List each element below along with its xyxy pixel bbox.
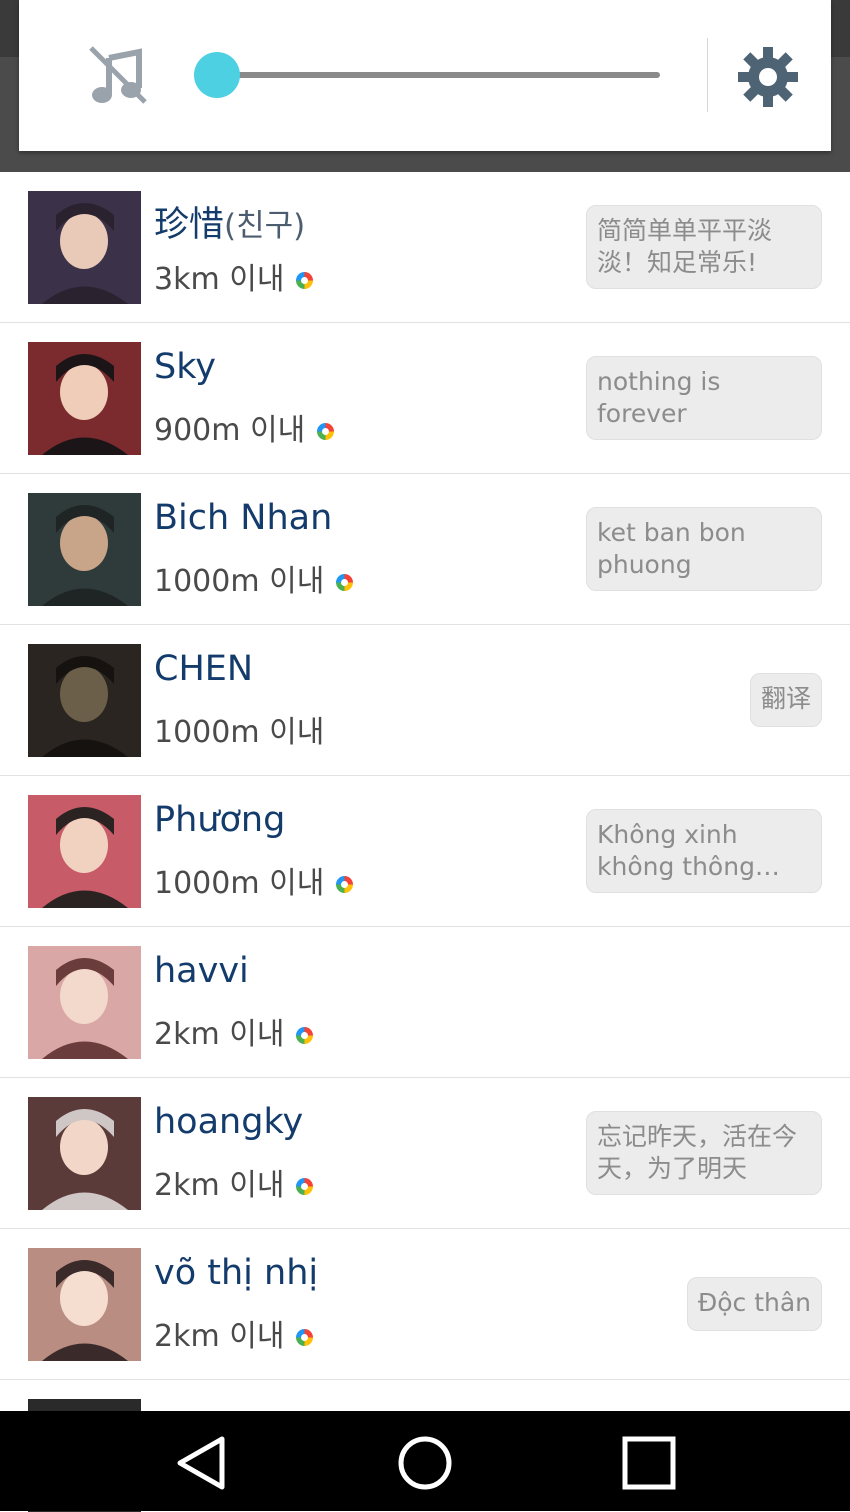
- status-message-bubble: 翻译: [749, 673, 822, 727]
- list-item[interactable]: 珍惜(친구) 3km 이내 简简单单平平淡淡！知足常乐!: [0, 172, 850, 323]
- status-message-bubble: Không xinh không thông…: [586, 809, 822, 893]
- avatar[interactable]: [28, 1248, 141, 1361]
- distance-text: 900m 이내: [154, 413, 306, 448]
- back-triangle-icon[interactable]: [172, 1433, 232, 1493]
- user-name-text: hoangky: [154, 1102, 304, 1142]
- volume-slider-thumb[interactable]: [194, 52, 240, 98]
- user-name: Phương: [154, 800, 285, 840]
- user-name: CHEN: [154, 649, 253, 689]
- user-name-text: Bich Nhan: [154, 498, 333, 538]
- distance-text: 2km 이내: [154, 1168, 285, 1203]
- list-item[interactable]: hoangky 2km 이내 忘记昨天，活在今天，为了明天: [0, 1078, 850, 1229]
- user-name-text: 珍惜: [154, 205, 225, 245]
- user-name-text: CHEN: [154, 649, 254, 689]
- gear-icon[interactable]: [735, 44, 801, 110]
- status-message-bubble: 忘记昨天，活在今天，为了明天: [586, 1111, 822, 1195]
- user-name: Bich Nhan: [154, 498, 332, 538]
- online-status-icon: [296, 271, 314, 289]
- distance-label: 1000m 이내: [154, 858, 354, 902]
- distance-label: 3km 이내: [154, 254, 314, 298]
- list-item[interactable]: Sky 900m 이내 nothing is forever: [0, 323, 850, 474]
- avatar[interactable]: [28, 795, 141, 908]
- online-status-icon: [336, 875, 354, 893]
- online-status-icon: [336, 573, 354, 591]
- avatar[interactable]: [28, 946, 141, 1059]
- avatar[interactable]: [28, 644, 141, 757]
- list-item[interactable]: CHEN 1000m 이내 翻译: [0, 625, 850, 776]
- status-message-bubble: Độc thân: [686, 1277, 822, 1331]
- music-off-icon[interactable]: [85, 44, 151, 108]
- list-item[interactable]: Bich Nhan 1000m 이내 ket ban bon phuong: [0, 474, 850, 625]
- user-name-text: Phương: [154, 800, 286, 840]
- popup-divider: [707, 38, 708, 112]
- online-status-icon: [296, 1328, 314, 1346]
- user-name-text: Sky: [154, 347, 216, 387]
- distance-text: 2km 이내: [154, 1017, 285, 1052]
- friend-tag: (친구): [224, 208, 306, 244]
- user-name: 珍惜(친구): [154, 196, 305, 247]
- status-message-bubble: nothing is forever: [586, 356, 822, 440]
- online-status-icon: [296, 1177, 314, 1195]
- distance-text: 1000m 이내: [154, 715, 325, 750]
- distance-text: 1000m 이내: [154, 866, 325, 901]
- avatar[interactable]: [28, 1097, 141, 1210]
- status-message-bubble: 简简单单平平淡淡！知足常乐!: [586, 205, 822, 289]
- distance-label: 2km 이내: [154, 1160, 314, 1204]
- user-name-text: havvi: [154, 951, 249, 991]
- user-name: võ thị nhị: [154, 1253, 318, 1293]
- navigation-bar: [0, 1411, 850, 1511]
- list-item[interactable]: võ thị nhị 2km 이내 Độc thân: [0, 1229, 850, 1380]
- online-status-icon: [296, 1026, 314, 1044]
- distance-label: 2km 이내: [154, 1311, 314, 1355]
- list-item[interactable]: Phương 1000m 이내 Không xinh không thông…: [0, 776, 850, 927]
- distance-label: 1000m 이내: [154, 556, 354, 600]
- distance-text: 3km 이내: [154, 262, 285, 297]
- distance-label: 2km 이내: [154, 1009, 314, 1053]
- list-item[interactable]: havvi 2km 이내: [0, 927, 850, 1078]
- sound-settings-popup: [19, 0, 831, 151]
- distance-label: 1000m 이내: [154, 707, 324, 751]
- volume-slider-track[interactable]: [197, 72, 660, 78]
- distance-label: 900m 이내: [154, 405, 335, 449]
- recent-square-icon[interactable]: [619, 1433, 679, 1493]
- avatar[interactable]: [28, 191, 141, 304]
- distance-text: 1000m 이내: [154, 564, 325, 599]
- user-name: hoangky: [154, 1102, 303, 1142]
- distance-text: 2km 이내: [154, 1319, 285, 1354]
- user-name: Sky: [154, 347, 216, 387]
- avatar[interactable]: [28, 493, 141, 606]
- user-name-text: võ thị nhị: [154, 1253, 319, 1293]
- home-circle-icon[interactable]: [395, 1433, 455, 1493]
- nearby-user-list: 珍惜(친구) 3km 이내 简简单单平平淡淡！知足常乐! Sky 900m 이내 noth…: [0, 172, 850, 1512]
- status-message-bubble: ket ban bon phuong: [586, 507, 822, 591]
- user-name: havvi: [154, 951, 249, 991]
- avatar[interactable]: [28, 342, 141, 455]
- online-status-icon: [317, 422, 335, 440]
